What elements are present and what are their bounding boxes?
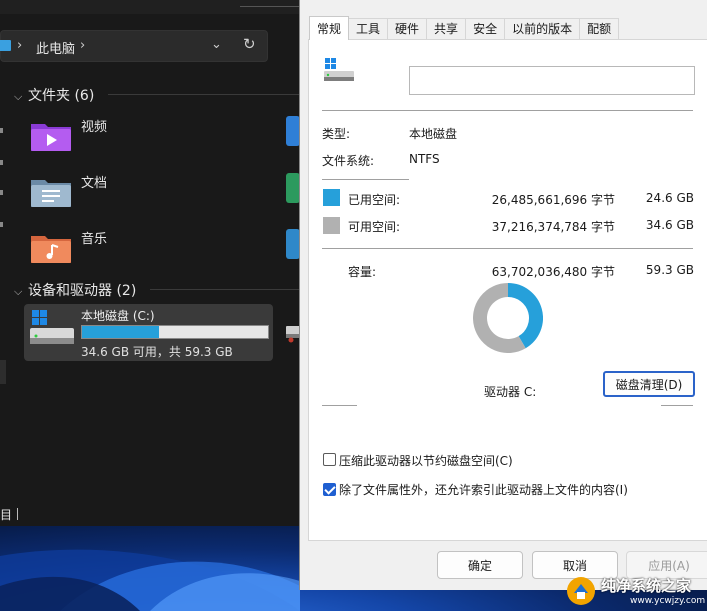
- folder-item-documents[interactable]: 文档: [30, 172, 150, 212]
- drive-item-c[interactable]: 本地磁盘 (C:) 34.6 GB 可用，共 59.3 GB: [24, 304, 273, 361]
- capacity-label: 容量:: [348, 265, 377, 279]
- nav-pane-marker: [0, 190, 3, 195]
- allow-indexing-checkbox[interactable]: [323, 483, 336, 496]
- drive-usage-fill: [82, 326, 160, 338]
- drive-label: 驱动器 C:: [484, 385, 537, 399]
- drive-label: 本地磁盘 (C:): [81, 309, 155, 323]
- drive-name-input[interactable]: [409, 66, 695, 95]
- capacity-size: 59.3 GB: [645, 263, 694, 277]
- ok-button[interactable]: 确定: [437, 551, 523, 579]
- section-divider: [322, 248, 693, 249]
- folder-label: 音乐: [81, 232, 108, 247]
- nav-pane-marker: [0, 222, 3, 227]
- nav-pane-marker: [0, 128, 3, 133]
- type-label: 类型:: [322, 127, 351, 141]
- tab-hardware[interactable]: 硬件: [387, 18, 428, 40]
- status-separator: [17, 508, 18, 520]
- chevron-down-icon: ⌵: [14, 285, 23, 298]
- chevron-down-icon: ⌵: [14, 90, 23, 103]
- free-space-label: 可用空间:: [348, 220, 401, 234]
- tab-tools[interactable]: 工具: [348, 18, 389, 40]
- nav-pane-selected-item[interactable]: [0, 360, 6, 384]
- capacity-bytes: 63,702,036,480 字节: [491, 265, 615, 279]
- chevron-down-icon[interactable]: ⌄: [211, 37, 222, 52]
- refresh-icon: ↻: [243, 35, 256, 53]
- used-space-swatch: [323, 189, 340, 206]
- tab-previous-versions[interactable]: 以前的版本: [504, 18, 581, 40]
- folder-item-videos[interactable]: 视频: [30, 116, 150, 156]
- breadcrumb-separator-icon: ›: [17, 38, 23, 53]
- tab-quota[interactable]: 配额: [579, 18, 620, 40]
- tab-security[interactable]: 安全: [465, 18, 506, 40]
- nav-pane-marker: [0, 160, 3, 165]
- file-explorer-window: › 此电脑 › ⌄ ↻ ⌵ 文件夹 (6) 视频 文档 音乐 ⌵ 设备和驱动器 …: [0, 0, 300, 526]
- tab-bar: 常规 工具 硬件 共享 安全 以前的版本 配额: [309, 16, 620, 40]
- drive-free-space-text: 34.6 GB 可用，共 59.3 GB: [81, 345, 233, 359]
- disk-usage-donut-chart: [473, 283, 543, 353]
- watermark-text: 纯净系统之家: [601, 577, 692, 595]
- watermark-logo-icon: [567, 577, 595, 605]
- group-divider: [108, 94, 300, 95]
- compress-drive-checkbox[interactable]: [323, 453, 336, 466]
- music-folder-icon: [31, 236, 71, 263]
- section-divider: [661, 405, 693, 406]
- folder-item-music[interactable]: 音乐: [30, 228, 150, 268]
- local-disk-icon: [30, 310, 74, 344]
- status-item-count: 目: [0, 508, 13, 522]
- group-divider: [150, 289, 300, 290]
- documents-folder-icon: [31, 180, 71, 207]
- this-pc-icon: [0, 40, 11, 51]
- videos-folder-icon: [31, 124, 71, 151]
- folder-label: 文档: [81, 176, 108, 191]
- site-watermark: 纯净系统之家 www.ycwjzy.com: [566, 572, 707, 611]
- refresh-button[interactable]: ↻: [235, 31, 265, 61]
- group-label: 文件夹 (6): [28, 88, 95, 104]
- free-space-swatch: [323, 217, 340, 234]
- section-divider: [322, 179, 409, 180]
- free-space-size: 34.6 GB: [645, 218, 694, 232]
- breadcrumb-chevron-icon[interactable]: ›: [80, 38, 85, 53]
- explorer-title-strip: [0, 0, 300, 14]
- section-divider: [322, 110, 693, 111]
- used-space-slice: [507, 283, 543, 349]
- drive-properties-dialog: 常规 工具 硬件 共享 安全 以前的版本 配额 类型: 本地磁盘 文件系统: N…: [299, 0, 707, 590]
- group-header-devices[interactable]: ⌵ 设备和驱动器 (2): [14, 280, 136, 300]
- used-space-bytes: 26,485,661,696 字节: [491, 193, 615, 207]
- type-value: 本地磁盘: [409, 127, 458, 141]
- pictures-folder-icon[interactable]: [286, 116, 300, 146]
- compress-drive-label[interactable]: 压缩此驱动器以节约磁盘空间(C): [339, 452, 513, 469]
- disk-cleanup-button[interactable]: 磁盘清理(D): [603, 371, 695, 397]
- used-space-label: 已用空间:: [348, 193, 401, 207]
- downloads-folder-icon[interactable]: [286, 173, 300, 203]
- desktop-folder-icon[interactable]: [286, 229, 300, 259]
- drive-d-icon[interactable]: [284, 318, 300, 344]
- group-header-folders[interactable]: ⌵ 文件夹 (6): [14, 85, 94, 105]
- tab-general[interactable]: 常规: [309, 16, 350, 40]
- free-space-bytes: 37,216,374,784 字节: [491, 220, 615, 234]
- drive-usage-bar: [81, 325, 269, 339]
- watermark-url: www.ycwjzy.com: [630, 596, 706, 606]
- tab-sharing[interactable]: 共享: [426, 18, 467, 40]
- group-label: 设备和驱动器 (2): [28, 283, 137, 299]
- address-bar[interactable]: › 此电脑 › ⌄: [0, 30, 268, 62]
- file-system-value: NTFS: [409, 152, 440, 166]
- file-system-label: 文件系统:: [322, 154, 375, 168]
- folder-label: 视频: [81, 120, 108, 135]
- used-space-size: 24.6 GB: [645, 191, 694, 205]
- allow-indexing-label[interactable]: 除了文件属性外，还允许索引此驱动器上文件的内容(I): [339, 481, 628, 498]
- general-tab-panel: 类型: 本地磁盘 文件系统: NTFS 已用空间: 26,485,661,696…: [308, 39, 707, 541]
- local-disk-icon: [324, 58, 354, 81]
- breadcrumb-this-pc[interactable]: 此电脑: [36, 38, 75, 57]
- section-divider: [322, 405, 357, 406]
